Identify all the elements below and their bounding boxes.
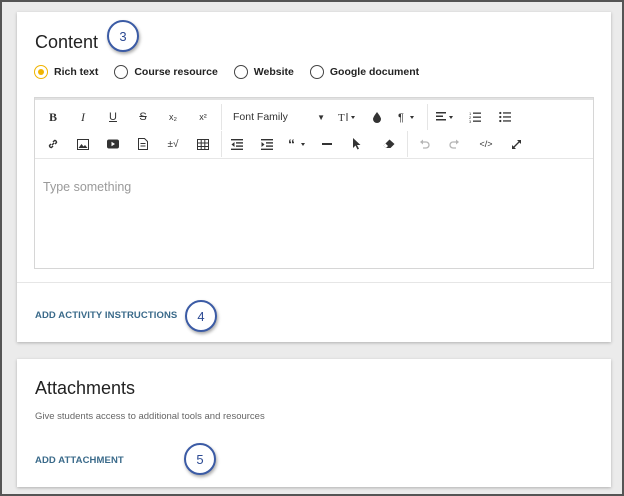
superscript-button[interactable]: x²	[188, 106, 218, 128]
table-icon	[197, 138, 209, 150]
eraser-icon	[383, 139, 395, 148]
insert-file-button[interactable]	[128, 133, 158, 155]
strikethrough-button[interactable]: S	[128, 106, 158, 128]
file-icon	[138, 138, 148, 150]
ordered-list-button[interactable]: 1 2 3	[460, 106, 490, 128]
insert-link-button[interactable]	[38, 133, 68, 155]
image-icon	[77, 138, 89, 150]
screenshot-frame: Content 3 Rich text Course resource Webs…	[0, 0, 624, 496]
paragraph-format-button[interactable]: ¶	[393, 106, 425, 128]
radio-label: Rich text	[54, 66, 99, 78]
bold-button[interactable]: B	[38, 106, 68, 128]
bullet-list-icon	[499, 111, 511, 123]
editor-text-area[interactable]: Type something	[43, 180, 131, 194]
radio-website[interactable]: Website	[233, 65, 294, 79]
quote-button[interactable]: “	[282, 133, 316, 155]
radio-rich-text[interactable]: Rich text	[34, 65, 98, 79]
video-icon	[107, 139, 119, 149]
insert-math-button[interactable]: ±√	[158, 133, 188, 155]
insert-image-button[interactable]	[68, 133, 98, 155]
indent-icon	[261, 138, 273, 150]
attachments-title: Attachments	[35, 378, 136, 398]
quote-icon: “	[288, 139, 305, 149]
svg-text:3: 3	[469, 119, 472, 123]
pilcrow-icon: ¶	[398, 112, 414, 123]
font-family-label: Font Family	[233, 111, 288, 123]
clear-formatting-button[interactable]	[374, 133, 404, 155]
insert-table-button[interactable]	[188, 133, 218, 155]
rich-text-editor: B I U S x₂ x² Font Family ▼ T ¶ 1 2 3 ±√…	[34, 97, 594, 269]
radio-label: Course resource	[134, 66, 218, 78]
cursor-arrow-icon	[353, 138, 361, 150]
radio-circle-icon	[114, 65, 129, 79]
radio-label: Google document	[329, 66, 420, 78]
font-family-dropdown[interactable]: Font Family ▼	[233, 106, 325, 128]
callout-badge-4: 4	[185, 300, 217, 332]
align-button[interactable]	[431, 106, 463, 128]
svg-text:¶: ¶	[398, 112, 404, 123]
svg-text:T: T	[338, 112, 345, 123]
outdent-icon	[231, 138, 243, 150]
add-attachment-link[interactable]: ADD ATTACHMENT	[35, 455, 124, 466]
undo-button[interactable]	[409, 133, 439, 155]
select-button[interactable]	[342, 133, 372, 155]
caret-down-icon: ▼	[317, 112, 325, 122]
radio-google-document[interactable]: Google document	[309, 65, 420, 79]
horizontal-line-button[interactable]	[312, 133, 342, 155]
attachments-card: Attachments Give students access to addi…	[17, 359, 611, 487]
link-icon	[48, 139, 58, 149]
code-view-button[interactable]: </>	[471, 133, 501, 155]
svg-text:“: “	[288, 139, 295, 149]
italic-button[interactable]: I	[68, 106, 98, 128]
ordered-list-icon: 1 2 3	[469, 111, 481, 123]
content-card: Content 3 Rich text Course resource Webs…	[17, 12, 611, 342]
radio-course-resource[interactable]: Course resource	[114, 65, 218, 79]
indent-button[interactable]	[252, 133, 282, 155]
insert-video-button[interactable]	[98, 133, 128, 155]
redo-button[interactable]	[439, 133, 469, 155]
add-activity-instructions-link[interactable]: ADD ACTIVITY INSTRUCTIONS	[35, 310, 177, 321]
radio-circle-icon	[309, 65, 324, 79]
expand-icon	[511, 139, 521, 149]
attachments-description: Give students access to additional tools…	[35, 411, 265, 422]
radio-label: Website	[253, 66, 294, 78]
radio-circle-icon	[34, 65, 48, 79]
math-icon: ±√	[167, 138, 179, 150]
callout-badge-3: 3	[107, 20, 139, 52]
font-size-button[interactable]: T	[334, 106, 362, 128]
fullscreen-button[interactable]	[501, 133, 531, 155]
ink-drop-icon	[373, 112, 381, 123]
unordered-list-button[interactable]	[490, 106, 520, 128]
radio-circle-icon	[233, 65, 248, 79]
redo-icon	[448, 139, 459, 149]
align-left-icon	[436, 112, 453, 121]
text-height-icon: T	[338, 112, 355, 123]
callout-badge-5: 5	[184, 443, 216, 475]
content-title: Content	[35, 32, 99, 52]
subscript-button[interactable]: x₂	[158, 106, 188, 128]
color-button[interactable]	[362, 106, 392, 128]
horizontal-rule-icon	[322, 143, 332, 145]
content-type-radio-group: Rich text Course resource Website Google…	[34, 65, 435, 79]
outdent-button[interactable]	[222, 133, 252, 155]
code-icon: </>	[479, 139, 493, 149]
underline-button[interactable]: U	[98, 106, 128, 128]
undo-icon	[419, 139, 430, 149]
